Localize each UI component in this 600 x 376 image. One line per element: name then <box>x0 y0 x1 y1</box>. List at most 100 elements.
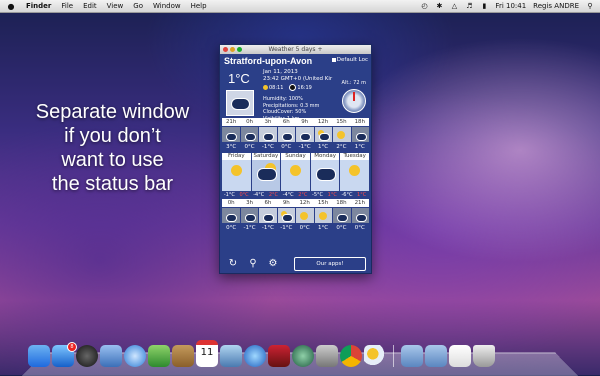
hourly-icons-2 <box>220 207 371 224</box>
cloud-icon[interactable] <box>222 208 240 223</box>
menu-clock[interactable]: Fri 10:41 <box>495 2 526 10</box>
menu-edit[interactable]: Edit <box>83 2 97 10</box>
cloud-icon <box>315 168 336 181</box>
window-titlebar[interactable]: Weather 5 days + <box>220 45 371 54</box>
system-preferences-icon[interactable] <box>316 345 338 367</box>
sun-icon <box>349 165 361 176</box>
caption-overlay: Separate window if you don’t want to use… <box>10 100 215 196</box>
safari-icon[interactable] <box>124 345 146 367</box>
dock: 8 11 <box>28 338 576 370</box>
chrome-icon[interactable] <box>340 345 362 367</box>
photo-booth-icon[interactable] <box>268 345 290 367</box>
day-friday[interactable]: Friday <box>222 153 251 191</box>
current-cloud-icon <box>226 90 254 116</box>
applications-folder-icon[interactable] <box>401 345 423 367</box>
cloud-icon[interactable] <box>277 127 295 142</box>
downloads-icon[interactable] <box>449 345 471 367</box>
cloud-icon[interactable] <box>259 208 277 223</box>
search-icon[interactable]: ⚲ <box>246 258 260 270</box>
day-monday[interactable]: Monday <box>310 153 340 191</box>
cloud-icon[interactable] <box>296 127 314 142</box>
refresh-icon[interactable]: ↻ <box>226 258 240 270</box>
menu-finder[interactable]: Finder <box>26 2 51 10</box>
app-store-icon[interactable]: 8 <box>52 342 77 367</box>
calendar-icon[interactable]: 11 <box>196 340 218 367</box>
menu-help[interactable]: Help <box>191 2 207 10</box>
spotlight-icon[interactable]: ⚲ <box>586 2 594 10</box>
sun-icon <box>290 165 302 176</box>
cloud-icon[interactable] <box>351 208 369 223</box>
trash-icon[interactable] <box>473 345 495 367</box>
cloud-icon[interactable] <box>240 208 258 223</box>
sun-times: 08:11 16:19 <box>263 84 312 91</box>
city-name[interactable]: Stratford-upon-Avon <box>224 56 312 66</box>
cloud-icon <box>256 168 277 181</box>
menu-user[interactable]: Regis ANDRE <box>533 2 579 10</box>
day-sunday[interactable]: Sunday <box>281 153 310 191</box>
menu-go[interactable]: Go <box>133 2 143 10</box>
sun-cloud-icon[interactable] <box>314 127 332 142</box>
sun-icon <box>231 165 242 176</box>
time-machine-status-icon[interactable]: ◴ <box>420 2 428 10</box>
menu-view[interactable]: View <box>107 2 124 10</box>
window-title: Weather 5 days + <box>268 46 323 53</box>
sun-cloud-icon[interactable] <box>277 208 295 223</box>
bottom-toolbar: ↻ ⚲ ⚙ Our apps! <box>220 255 371 273</box>
facetime-icon[interactable] <box>148 345 170 367</box>
volume-icon[interactable]: ♬ <box>465 2 473 10</box>
documents-folder-icon[interactable] <box>425 345 447 367</box>
sunrise-icon <box>263 84 268 90</box>
preview-icon[interactable] <box>100 345 122 367</box>
current-weather-panel: Stratford-upon-Avon Default Loc 1°C Jan … <box>220 54 371 122</box>
apple-menu-icon[interactable]: ● <box>6 2 16 11</box>
daily-forecast: Friday Saturday Sunday Monday Tuesday <box>222 153 369 191</box>
gear-icon[interactable]: ⚙ <box>266 258 280 270</box>
our-apps-button[interactable]: Our apps! <box>294 257 366 271</box>
sun-icon[interactable] <box>333 127 351 142</box>
caption-line: if you don’t <box>64 125 161 147</box>
sun-icon[interactable] <box>314 208 332 223</box>
weather-window: Weather 5 days + Stratford-upon-Avon Def… <box>219 44 372 274</box>
cloud-icon[interactable] <box>333 208 351 223</box>
wifi-icon[interactable]: △ <box>450 2 458 10</box>
sun-icon[interactable] <box>296 208 314 223</box>
cloud-icon[interactable] <box>259 127 277 142</box>
itunes-icon[interactable] <box>244 345 266 367</box>
hours-row-2: 0h 3h 6h 9h 12h 15h 18h 21h <box>222 199 369 207</box>
altitude: Alt.: 72 m <box>341 80 366 86</box>
cloud-icon[interactable] <box>222 127 240 142</box>
hourly-temps-2: 0°C -1°C -1°C -1°C 0°C 1°C 0°C 0°C <box>226 225 365 231</box>
menu-window[interactable]: Window <box>153 2 181 10</box>
bluetooth-icon[interactable]: ✱ <box>435 2 443 10</box>
day-tuesday[interactable]: Tuesday <box>340 153 369 191</box>
zoom-button[interactable] <box>237 47 242 52</box>
caption-line: the status bar <box>51 173 174 195</box>
daily-temps: -1°C 0°C -4°C 2°C -4°C 2°C -5°C 1°C -6°C 1°C <box>223 192 367 198</box>
hourly-icons-1 <box>220 126 371 143</box>
notification-badge: 8 <box>67 342 77 352</box>
hourly-temps-1: 3°C 0°C -1°C 0°C -1°C 1°C 2°C 1°C <box>226 144 365 150</box>
caption-line: want to use <box>61 149 164 171</box>
menu-file[interactable]: File <box>61 2 73 10</box>
caption-line: Separate window <box>35 101 190 123</box>
date-time: Jan 11, 2013 23:42 GMT+0 (United Kir <box>263 69 333 82</box>
sunset-icon <box>289 84 297 91</box>
current-temperature: 1°C <box>228 71 250 86</box>
dashboard-icon[interactable] <box>76 345 98 367</box>
finder-icon[interactable] <box>28 345 50 367</box>
cloud-icon[interactable] <box>351 127 369 142</box>
weather-icon[interactable] <box>364 345 386 367</box>
minimize-button[interactable] <box>230 47 235 52</box>
default-loc-checkbox[interactable]: Default Loc <box>331 57 368 63</box>
battery-icon[interactable]: ▮ <box>480 2 488 10</box>
menu-bar: ● Finder File Edit View Go Window Help ◴… <box>0 0 600 13</box>
time-machine-icon[interactable] <box>292 345 314 367</box>
iphoto-icon[interactable] <box>220 345 242 367</box>
weather-details: Humidity: 100% Precipitations: 0.3 mm Cl… <box>263 96 320 122</box>
dock-separator <box>393 345 394 367</box>
cloud-icon[interactable] <box>240 127 258 142</box>
wind-compass-icon <box>342 89 366 113</box>
day-saturday[interactable]: Saturday <box>251 153 281 191</box>
contacts-icon[interactable] <box>172 345 194 367</box>
close-button[interactable] <box>223 47 228 52</box>
